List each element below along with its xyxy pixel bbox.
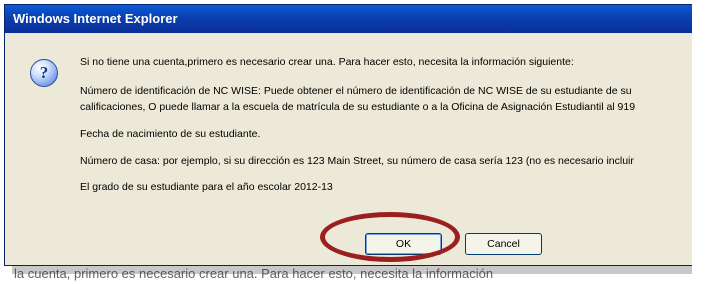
message-line-6: El grado de su estudiante para el año es… (80, 181, 333, 193)
message-line-3: calificaciones, O puede llamar a la escu… (80, 101, 636, 113)
dialog-title: Windows Internet Explorer (13, 11, 178, 26)
background-page-text: la cuenta, primero es necesario crear un… (14, 266, 494, 281)
question-icon: ? (30, 59, 58, 87)
message-line-4: Fecha de nacimiento de su estudiante. (80, 128, 261, 140)
cancel-button[interactable]: Cancel (465, 233, 542, 255)
message-line-1: Si no tiene una cuenta,primero es necesa… (80, 56, 574, 68)
torn-edge (692, 0, 708, 284)
message-line-2: Número de identificación de NC WISE: Pue… (80, 85, 632, 97)
highlight-ring (320, 212, 460, 262)
message-line-5: Número de casa: por ejemplo, si su direc… (80, 155, 634, 167)
title-bar[interactable]: Windows Internet Explorer (5, 5, 693, 33)
